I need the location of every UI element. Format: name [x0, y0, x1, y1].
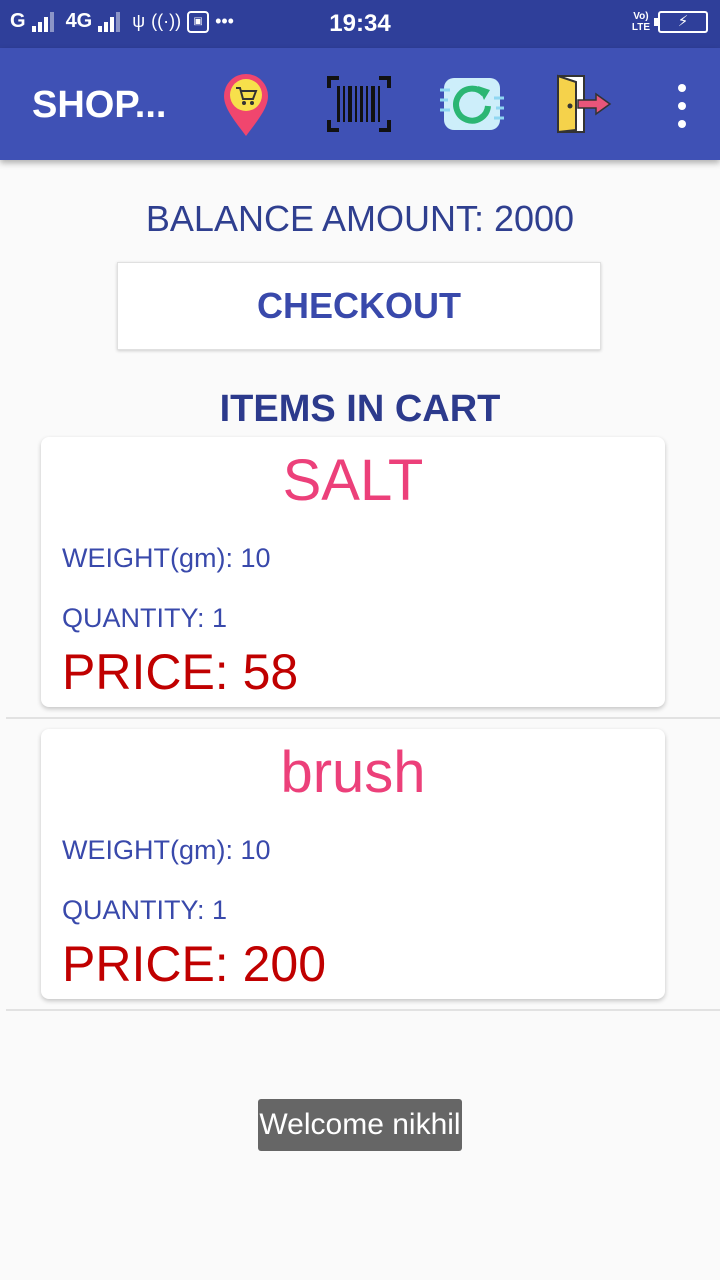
- store-location-icon[interactable]: [212, 70, 280, 138]
- status-left: G 4G ψ ((·)) ▣ •••: [10, 10, 234, 33]
- signal-icon: [31, 11, 54, 32]
- cart-heading: ITEMS IN CART: [219, 388, 501, 430]
- network-g-label: G: [10, 10, 26, 32]
- status-bar: G 4G ψ ((·)) ▣ ••• 19:34 Vo) LTE ⚡: [0, 0, 720, 48]
- app-title: SHOP...: [32, 84, 167, 126]
- item-name: brush: [280, 740, 426, 805]
- item-price: PRICE: 58: [62, 644, 299, 700]
- item-weight: WEIGHT(gm): 10: [62, 543, 271, 573]
- network-4g-label: 4G: [65, 10, 93, 32]
- list-divider: [6, 1009, 720, 1011]
- item-quantity: QUANTITY: 1: [62, 895, 228, 925]
- logout-door-icon[interactable]: [552, 70, 620, 138]
- status-right: Vo) LTE ⚡: [632, 11, 708, 33]
- item-quantity: QUANTITY: 1: [62, 603, 228, 633]
- cart-item-card[interactable]: SALT WEIGHT(gm): 10 QUANTITY: 1 PRICE: 5…: [41, 437, 665, 707]
- hotspot-icon: ((·)): [151, 11, 182, 31]
- battery-charging-icon: ⚡: [654, 11, 708, 33]
- cart-item-card[interactable]: brush WEIGHT(gm): 10 QUANTITY: 1 PRICE: …: [41, 729, 665, 999]
- item-weight: WEIGHT(gm): 10: [62, 835, 271, 865]
- item-name: SALT: [282, 448, 424, 513]
- app-toolbar: SHOP...: [0, 48, 720, 160]
- more-vert-icon[interactable]: [672, 84, 692, 128]
- signal-4g-icon: [98, 11, 121, 32]
- storage-icon: ▣: [187, 10, 210, 33]
- volte-icon: Vo) LTE: [631, 11, 650, 33]
- more-notifications-icon: •••: [215, 11, 234, 31]
- refresh-icon[interactable]: [438, 70, 506, 138]
- barcode-scanner-icon[interactable]: [325, 70, 393, 138]
- welcome-toast: Welcome nikhil: [258, 1099, 462, 1151]
- balance-amount: BALANCE AMOUNT: 2000: [145, 198, 575, 239]
- checkout-button[interactable]: CHECKOUT: [117, 262, 601, 350]
- usb-icon: ψ: [132, 11, 146, 31]
- list-divider: [6, 717, 720, 719]
- item-price: PRICE: 200: [62, 936, 327, 992]
